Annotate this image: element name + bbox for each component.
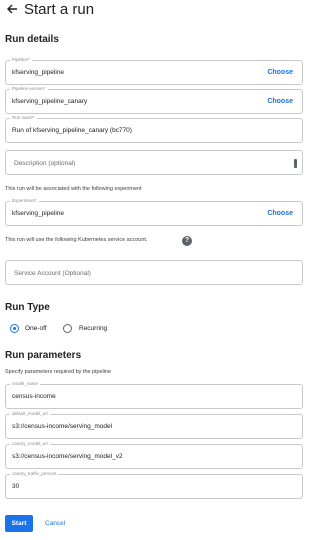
one-off-label[interactable]: One-off bbox=[25, 325, 47, 332]
param-model-name-field[interactable]: model_name census-income bbox=[5, 380, 303, 409]
param-default-model-uri-field[interactable]: default_model_uri s3://census-income/ser… bbox=[5, 410, 303, 439]
pipeline-label: Pipeline* bbox=[10, 56, 32, 64]
experiment-field[interactable]: Experiment* kfserving_pipeline Choose bbox=[5, 197, 303, 226]
service-account-field[interactable]: Service Account (Optional) bbox=[5, 260, 303, 285]
pipeline-version-value: kfserving_pipeline_canary bbox=[12, 98, 88, 105]
run-type-heading: Run Type bbox=[5, 302, 50, 313]
pipeline-version-field[interactable]: Pipeline version* kfserving_pipeline_can… bbox=[5, 85, 303, 114]
pipeline-version-label: Pipeline version* bbox=[10, 85, 48, 93]
recurring-label[interactable]: Recurring bbox=[79, 325, 107, 332]
experiment-label: Experiment* bbox=[10, 197, 39, 205]
param-value: s3://census-income/serving_model bbox=[12, 423, 113, 430]
param-label: default_model_uri bbox=[10, 410, 50, 418]
service-account-helper-text: This run will use the following Kubernet… bbox=[5, 237, 148, 243]
param-label: canary_model_uri bbox=[10, 440, 50, 448]
experiment-helper-text: This run will be associated with the fol… bbox=[5, 186, 142, 192]
choose-pipeline-version-button[interactable]: Choose bbox=[267, 98, 293, 105]
run-parameters-heading: Run parameters bbox=[5, 350, 82, 361]
param-value: 30 bbox=[12, 483, 20, 490]
parameters-helper-text: Specify parameters required by the pipel… bbox=[5, 369, 112, 375]
param-value: s3://census-income/serving_model_v2 bbox=[12, 453, 123, 460]
pipeline-field[interactable]: Pipeline* kfserving_pipeline Choose bbox=[5, 56, 303, 85]
run-details-heading: Run details bbox=[5, 34, 59, 45]
param-value: census-income bbox=[12, 393, 56, 400]
back-arrow-icon[interactable] bbox=[6, 3, 18, 17]
run-name-field[interactable]: Run name* Run of kfserving_pipeline_cana… bbox=[5, 114, 303, 143]
textarea-scrollbar[interactable] bbox=[294, 159, 297, 168]
param-canary-traffic-percent-field[interactable]: canary_traffic_percent 30 bbox=[5, 470, 303, 499]
run-name-value: Run of kfserving_pipeline_canary (bc770) bbox=[12, 127, 132, 134]
run-name-label: Run name* bbox=[10, 114, 37, 122]
param-canary-model-uri-field[interactable]: canary_model_uri s3://census-income/serv… bbox=[5, 440, 303, 469]
start-button[interactable]: Start bbox=[5, 515, 33, 532]
param-label: canary_traffic_percent bbox=[10, 470, 59, 478]
page-title: Start a run bbox=[24, 1, 95, 18]
choose-experiment-button[interactable]: Choose bbox=[267, 210, 293, 217]
cancel-button[interactable]: Cancel bbox=[45, 520, 65, 527]
one-off-radio[interactable] bbox=[10, 324, 19, 333]
description-placeholder: Description (optional) bbox=[14, 160, 76, 167]
param-label: model_name bbox=[10, 380, 41, 388]
description-field[interactable]: Description (optional) bbox=[5, 150, 303, 175]
choose-pipeline-button[interactable]: Choose bbox=[267, 69, 293, 76]
experiment-value: kfserving_pipeline bbox=[12, 210, 65, 217]
service-account-placeholder: Service Account (Optional) bbox=[14, 270, 91, 277]
recurring-radio[interactable] bbox=[63, 324, 72, 333]
pipeline-value: kfserving_pipeline bbox=[12, 69, 65, 76]
help-icon[interactable]: ? bbox=[182, 236, 192, 246]
